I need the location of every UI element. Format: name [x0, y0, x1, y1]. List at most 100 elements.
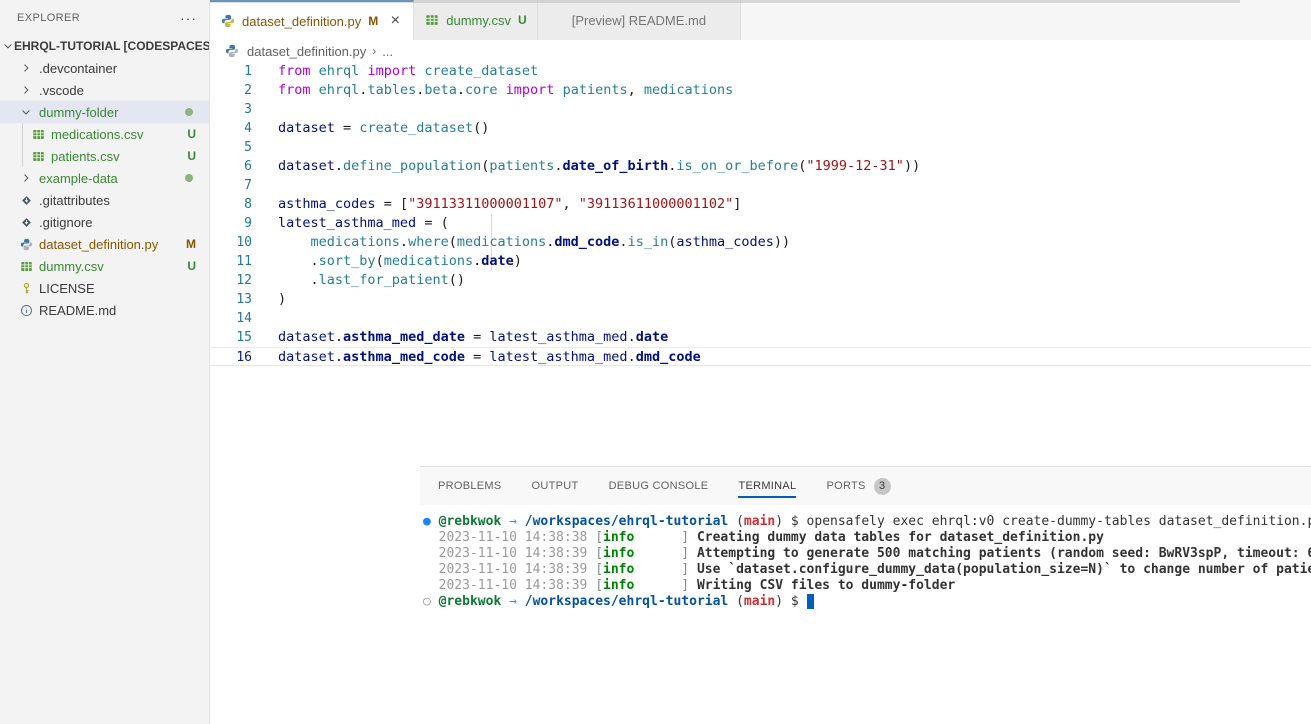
- line-number: 14: [210, 309, 252, 328]
- tree-item-dummy-folder[interactable]: dummy-folder: [0, 101, 209, 123]
- code-editor[interactable]: 1from ehrql import create_dataset 2from …: [210, 62, 1311, 466]
- code-line-current: 16dataset.asthma_med_code = latest_asthm…: [210, 347, 1311, 366]
- line-number: 2: [210, 81, 252, 100]
- terminal-output[interactable]: ● @rebkwok → /workspaces/ehrql-tutorial …: [420, 505, 1311, 610]
- tree-item-label: README.md: [39, 303, 209, 318]
- code-line: 1from ehrql import create_dataset: [210, 62, 1311, 81]
- code-line: 8asthma_codes = ["39113311000001107", "3…: [210, 195, 1311, 214]
- editor-tabbar: dataset_definition.py M × dummy.csv U [P…: [210, 0, 1311, 40]
- line-number: 9: [210, 214, 252, 233]
- tree-item-gitignore[interactable]: .gitignore: [0, 211, 209, 233]
- line-number: 1: [210, 62, 252, 81]
- code-line: 5: [210, 138, 1311, 157]
- terminal-line: 2023-11-10 14:38:39 [info ] Attempting t…: [423, 546, 1311, 562]
- tab-dummy-csv[interactable]: dummy.csv U: [414, 0, 537, 40]
- line-number: 11: [210, 252, 252, 271]
- panel-tab-label: OUTPUT: [532, 480, 579, 492]
- tree-item-label: .vscode: [39, 83, 209, 98]
- tree-item-devcontainer[interactable]: .devcontainer: [0, 57, 209, 79]
- tree-item-label: .devcontainer: [39, 61, 209, 76]
- breadcrumb-file[interactable]: dataset_definition.py: [247, 44, 366, 59]
- chevron-down-icon: [18, 104, 34, 120]
- breadcrumb[interactable]: dataset_definition.py › ...: [210, 40, 1311, 62]
- tree-item-label: medications.csv: [51, 127, 181, 142]
- code-line: 4dataset = create_dataset(): [210, 119, 1311, 138]
- chevron-right-icon: [18, 170, 34, 186]
- csv-table-icon: [424, 12, 440, 28]
- chevron-right-icon: [18, 82, 34, 98]
- line-number: 16: [210, 348, 252, 365]
- panel-tab-ports[interactable]: PORTS 3: [826, 467, 890, 505]
- line-number: 10: [210, 233, 252, 252]
- untracked-dot-badge: [185, 108, 193, 116]
- line-number: 13: [210, 290, 252, 309]
- code-line: 7: [210, 176, 1311, 195]
- line-number: 3: [210, 100, 252, 119]
- tab-untracked-badge: U: [518, 13, 527, 27]
- tree-item-vscode[interactable]: .vscode: [0, 79, 209, 101]
- more-actions-icon[interactable]: ···: [180, 13, 197, 23]
- tree-item-label: example-data: [39, 171, 179, 186]
- tab-dataset-definition-py[interactable]: dataset_definition.py M ×: [210, 0, 414, 40]
- code-line: 6dataset.define_population(patients.date…: [210, 157, 1311, 176]
- line-number: 4: [210, 119, 252, 138]
- tree-indent-guide: [22, 123, 23, 145]
- tab-label: dataset_definition.py: [242, 14, 361, 29]
- terminal-line: 2023-11-10 14:38:38 [info ] Creating dum…: [423, 530, 1311, 546]
- key-license-icon: [18, 280, 34, 296]
- csv-table-icon: [18, 258, 34, 274]
- tabbar-scrollbar[interactable]: [210, 0, 1240, 3]
- code-line: 13): [210, 290, 1311, 309]
- panel-tab-label: PORTS: [826, 480, 865, 492]
- code-line: 2from ehrql.tables.beta.core import pati…: [210, 81, 1311, 100]
- panel-tab-label: TERMINAL: [738, 480, 796, 492]
- python-icon: [220, 13, 236, 29]
- tab-readme-preview[interactable]: [Preview] README.md: [538, 0, 741, 40]
- tree-item-label: .gitattributes: [39, 193, 209, 208]
- terminal-line: 2023-11-10 14:38:39 [info ] Use `dataset…: [423, 562, 1311, 578]
- line-number: 7: [210, 176, 252, 195]
- explorer-title: EXPLORER: [17, 12, 80, 24]
- tree-item-medications-csv[interactable]: medications.csv U: [0, 123, 209, 145]
- panel-tab-debug-console[interactable]: DEBUG CONSOLE: [609, 467, 709, 505]
- tree-item-label: .gitignore: [39, 215, 209, 230]
- line-number: 12: [210, 271, 252, 290]
- tree-item-label: patients.csv: [51, 149, 181, 164]
- editor-group: dataset_definition.py M × dummy.csv U [P…: [210, 0, 1311, 724]
- git-status-badge: U: [187, 259, 196, 273]
- csv-table-icon: [30, 126, 46, 142]
- breadcrumb-symbol[interactable]: ...: [382, 44, 393, 59]
- git-status-badge: U: [187, 149, 196, 163]
- ports-count-badge: 3: [874, 478, 891, 495]
- panel-tab-output[interactable]: OUTPUT: [532, 467, 579, 505]
- info-icon: [18, 302, 34, 318]
- tree-item-label: dummy-folder: [39, 105, 179, 120]
- tab-modified-badge: M: [368, 14, 378, 28]
- tab-label: dummy.csv: [446, 13, 511, 28]
- close-icon[interactable]: ×: [387, 14, 403, 28]
- tree-item-label: dataset_definition.py: [39, 237, 180, 252]
- python-icon: [18, 236, 34, 252]
- tree-item-dataset-definition-py[interactable]: dataset_definition.py M: [0, 233, 209, 255]
- panel-tab-terminal[interactable]: TERMINAL: [738, 467, 796, 505]
- workspace-root-row[interactable]: EHRQL-TUTORIAL [CODESPACES:...: [0, 35, 209, 57]
- panel-tab-problems[interactable]: PROBLEMS: [438, 467, 502, 505]
- line-number: 8: [210, 195, 252, 214]
- tree-item-readme[interactable]: README.md: [0, 299, 209, 321]
- tree-item-license[interactable]: LICENSE: [0, 277, 209, 299]
- tree-item-example-data[interactable]: example-data: [0, 167, 209, 189]
- tree-item-patients-csv[interactable]: patients.csv U: [0, 145, 209, 167]
- git-icon: [18, 214, 34, 230]
- code-line: 9latest_asthma_med = (: [210, 214, 1311, 233]
- code-line: 12 .last_for_patient(): [210, 271, 1311, 290]
- workspace-root-label: EHRQL-TUTORIAL [CODESPACES:...: [14, 39, 209, 53]
- code-line: 11 .sort_by(medications.date): [210, 252, 1311, 271]
- code-line: 10 medications.where(medications.dmd_cod…: [210, 233, 1311, 252]
- panel-tabbar: PROBLEMS OUTPUT DEBUG CONSOLE TERMINAL P…: [420, 467, 1311, 505]
- tree-item-dummy-csv[interactable]: dummy.csv U: [0, 255, 209, 277]
- tree-indent-guide: [22, 145, 23, 167]
- chevron-right-icon: ›: [372, 44, 376, 58]
- tree-item-gitattributes[interactable]: .gitattributes: [0, 189, 209, 211]
- terminal-line: 2023-11-10 14:38:39 [info ] Writing CSV …: [423, 578, 1311, 594]
- git-icon: [18, 192, 34, 208]
